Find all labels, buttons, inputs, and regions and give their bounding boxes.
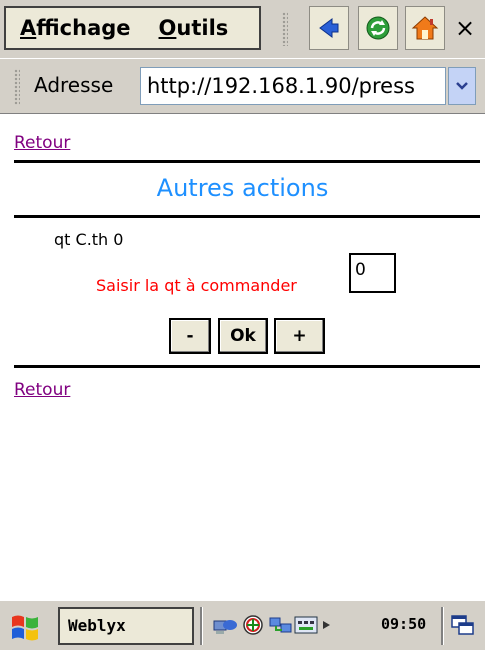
refresh-button[interactable]: [358, 6, 398, 50]
back-button[interactable]: [309, 6, 349, 50]
refresh-icon: [366, 16, 390, 40]
menu-affichage-rest: ffichage: [36, 16, 131, 40]
address-dropdown-button[interactable]: [448, 67, 476, 105]
quantity-prompt: Saisir la qt à commander: [96, 276, 297, 295]
address-label: Adresse: [34, 73, 114, 97]
menu-toolbar: Affichage Outils ×: [0, 0, 485, 58]
connectivity-icon[interactable]: [268, 613, 294, 637]
menu-affichage[interactable]: Affichage: [6, 16, 145, 40]
tray-separator: [200, 607, 203, 645]
sync-icon[interactable]: [240, 613, 266, 637]
chevron-down-icon: [456, 82, 468, 90]
divider: [14, 160, 480, 163]
address-bar: Adresse http://192.168.1.90/press: [0, 58, 485, 114]
address-input[interactable]: http://192.168.1.90/press: [140, 67, 446, 105]
qt-label: qt C.th 0: [54, 230, 124, 249]
menu-bar: Affichage Outils: [4, 6, 261, 50]
plus-button[interactable]: +: [274, 318, 325, 354]
menu-affichage-accel: A: [20, 16, 37, 40]
retour-link-top[interactable]: Retour: [14, 133, 70, 153]
menu-outils[interactable]: Outils: [145, 16, 243, 40]
home-button[interactable]: [405, 6, 445, 50]
ok-button[interactable]: Ok: [218, 318, 268, 354]
minus-button[interactable]: -: [169, 318, 211, 354]
toolbar-grip[interactable]: [282, 12, 288, 46]
close-button[interactable]: ×: [445, 6, 485, 50]
menu-outils-rest: utils: [176, 16, 229, 40]
home-icon: [411, 16, 439, 40]
divider: [14, 365, 480, 368]
windows-switch-icon[interactable]: [450, 613, 476, 637]
taskbar: Weblyx 09:50: [0, 600, 485, 650]
section-title: Autres actions: [156, 174, 329, 202]
taskbar-app-button[interactable]: Weblyx: [58, 607, 194, 645]
network-icon[interactable]: [212, 613, 238, 637]
close-icon: ×: [454, 14, 476, 42]
keyboard-icon[interactable]: [294, 613, 320, 637]
divider: [14, 215, 480, 218]
menu-outils-accel: O: [158, 16, 177, 40]
windows-start-icon[interactable]: [8, 609, 44, 645]
back-arrow-icon: [319, 18, 339, 38]
tray-separator: [441, 607, 444, 645]
clock: 09:50: [381, 615, 427, 633]
retour-link-bottom[interactable]: Retour: [14, 380, 70, 400]
quantity-input[interactable]: 0: [349, 253, 396, 293]
tray-expand-icon[interactable]: [320, 613, 334, 637]
address-grip[interactable]: [14, 69, 20, 105]
